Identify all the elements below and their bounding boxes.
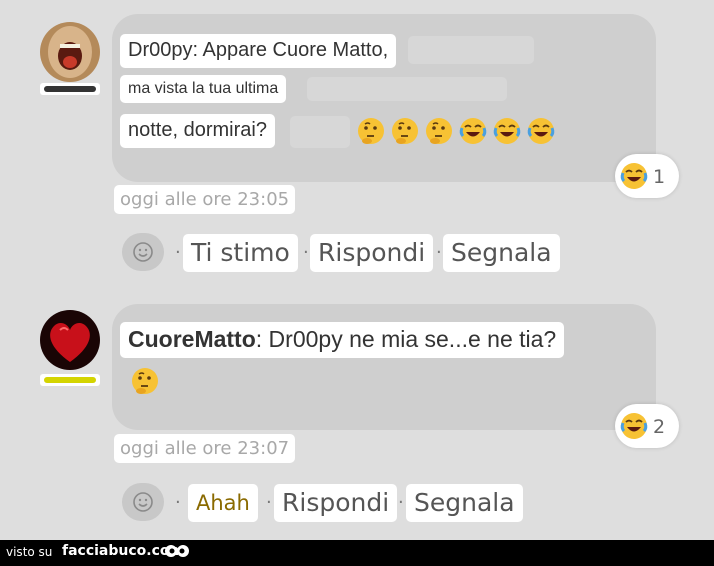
- separator-dot: ·: [175, 242, 181, 263]
- thinking-emoji: [424, 116, 454, 146]
- avatar-droopy[interactable]: [40, 22, 100, 82]
- rank-level: [44, 377, 96, 383]
- laughing-crying-icon: [619, 411, 649, 441]
- redacted-text: [290, 116, 350, 148]
- react-button[interactable]: [122, 233, 164, 271]
- avatar-cuorematto[interactable]: [40, 310, 100, 370]
- smiley-icon: [133, 242, 153, 262]
- thinking-emoji: [130, 366, 160, 396]
- report-button[interactable]: Segnala: [406, 484, 523, 522]
- redacted-text: [307, 77, 507, 101]
- separator-dot: ·: [398, 492, 404, 513]
- laughing-crying-icon: [619, 161, 649, 191]
- thinking-emoji: [390, 116, 420, 146]
- comment-timestamp: oggi alle ore 23:07: [114, 434, 296, 463]
- joy-emoji: [458, 116, 488, 146]
- laugh-button[interactable]: Ahah: [188, 484, 258, 522]
- comment-author[interactable]: CuoreMatto: [128, 326, 256, 352]
- separator-dot: ·: [303, 242, 309, 263]
- watermark-footer: visto su facciabuco.com: [0, 540, 714, 566]
- footer-visto-label: visto su: [6, 545, 53, 559]
- redacted-text: [408, 36, 534, 64]
- reaction-count: 1: [653, 166, 666, 188]
- separator-dot: ·: [175, 492, 181, 513]
- comments-thread: Dr00py: Appare Cuore Matto, ma vista la …: [0, 0, 714, 540]
- reaction-counter[interactable]: 1: [615, 154, 679, 198]
- smiley-icon: [133, 492, 153, 512]
- joy-emoji: [526, 116, 556, 146]
- reply-button[interactable]: Rispondi: [310, 234, 434, 272]
- react-button[interactable]: [122, 483, 164, 521]
- comment-text-line: Dr00py: Appare Cuore Matto,: [120, 34, 397, 68]
- joy-emoji: [492, 116, 522, 146]
- comment-body: : Dr00py ne mia se...e ne tia?: [255, 326, 557, 352]
- reply-button[interactable]: Rispondi: [274, 484, 398, 522]
- like-button[interactable]: Ti stimo: [183, 234, 298, 272]
- comment-timestamp: oggi alle ore 23:05: [114, 185, 296, 214]
- comment-text: CuoreMatto: Dr00py ne mia se...e ne tia?: [120, 322, 565, 358]
- comment-text-line: notte, dormirai?: [120, 114, 275, 148]
- thinking-emoji: [356, 116, 386, 146]
- rank-bar: [40, 83, 100, 95]
- separator-dot: ·: [436, 242, 442, 263]
- comment-text-line: ma vista la tua ultima: [120, 75, 287, 103]
- reaction-count: 2: [653, 416, 666, 438]
- separator-dot: ·: [266, 492, 272, 513]
- rank-bar: [40, 374, 100, 386]
- report-button[interactable]: Segnala: [443, 234, 560, 272]
- rank-level: [44, 86, 96, 92]
- reaction-counter[interactable]: 2: [615, 404, 679, 448]
- eyes-logo-icon: [165, 545, 189, 557]
